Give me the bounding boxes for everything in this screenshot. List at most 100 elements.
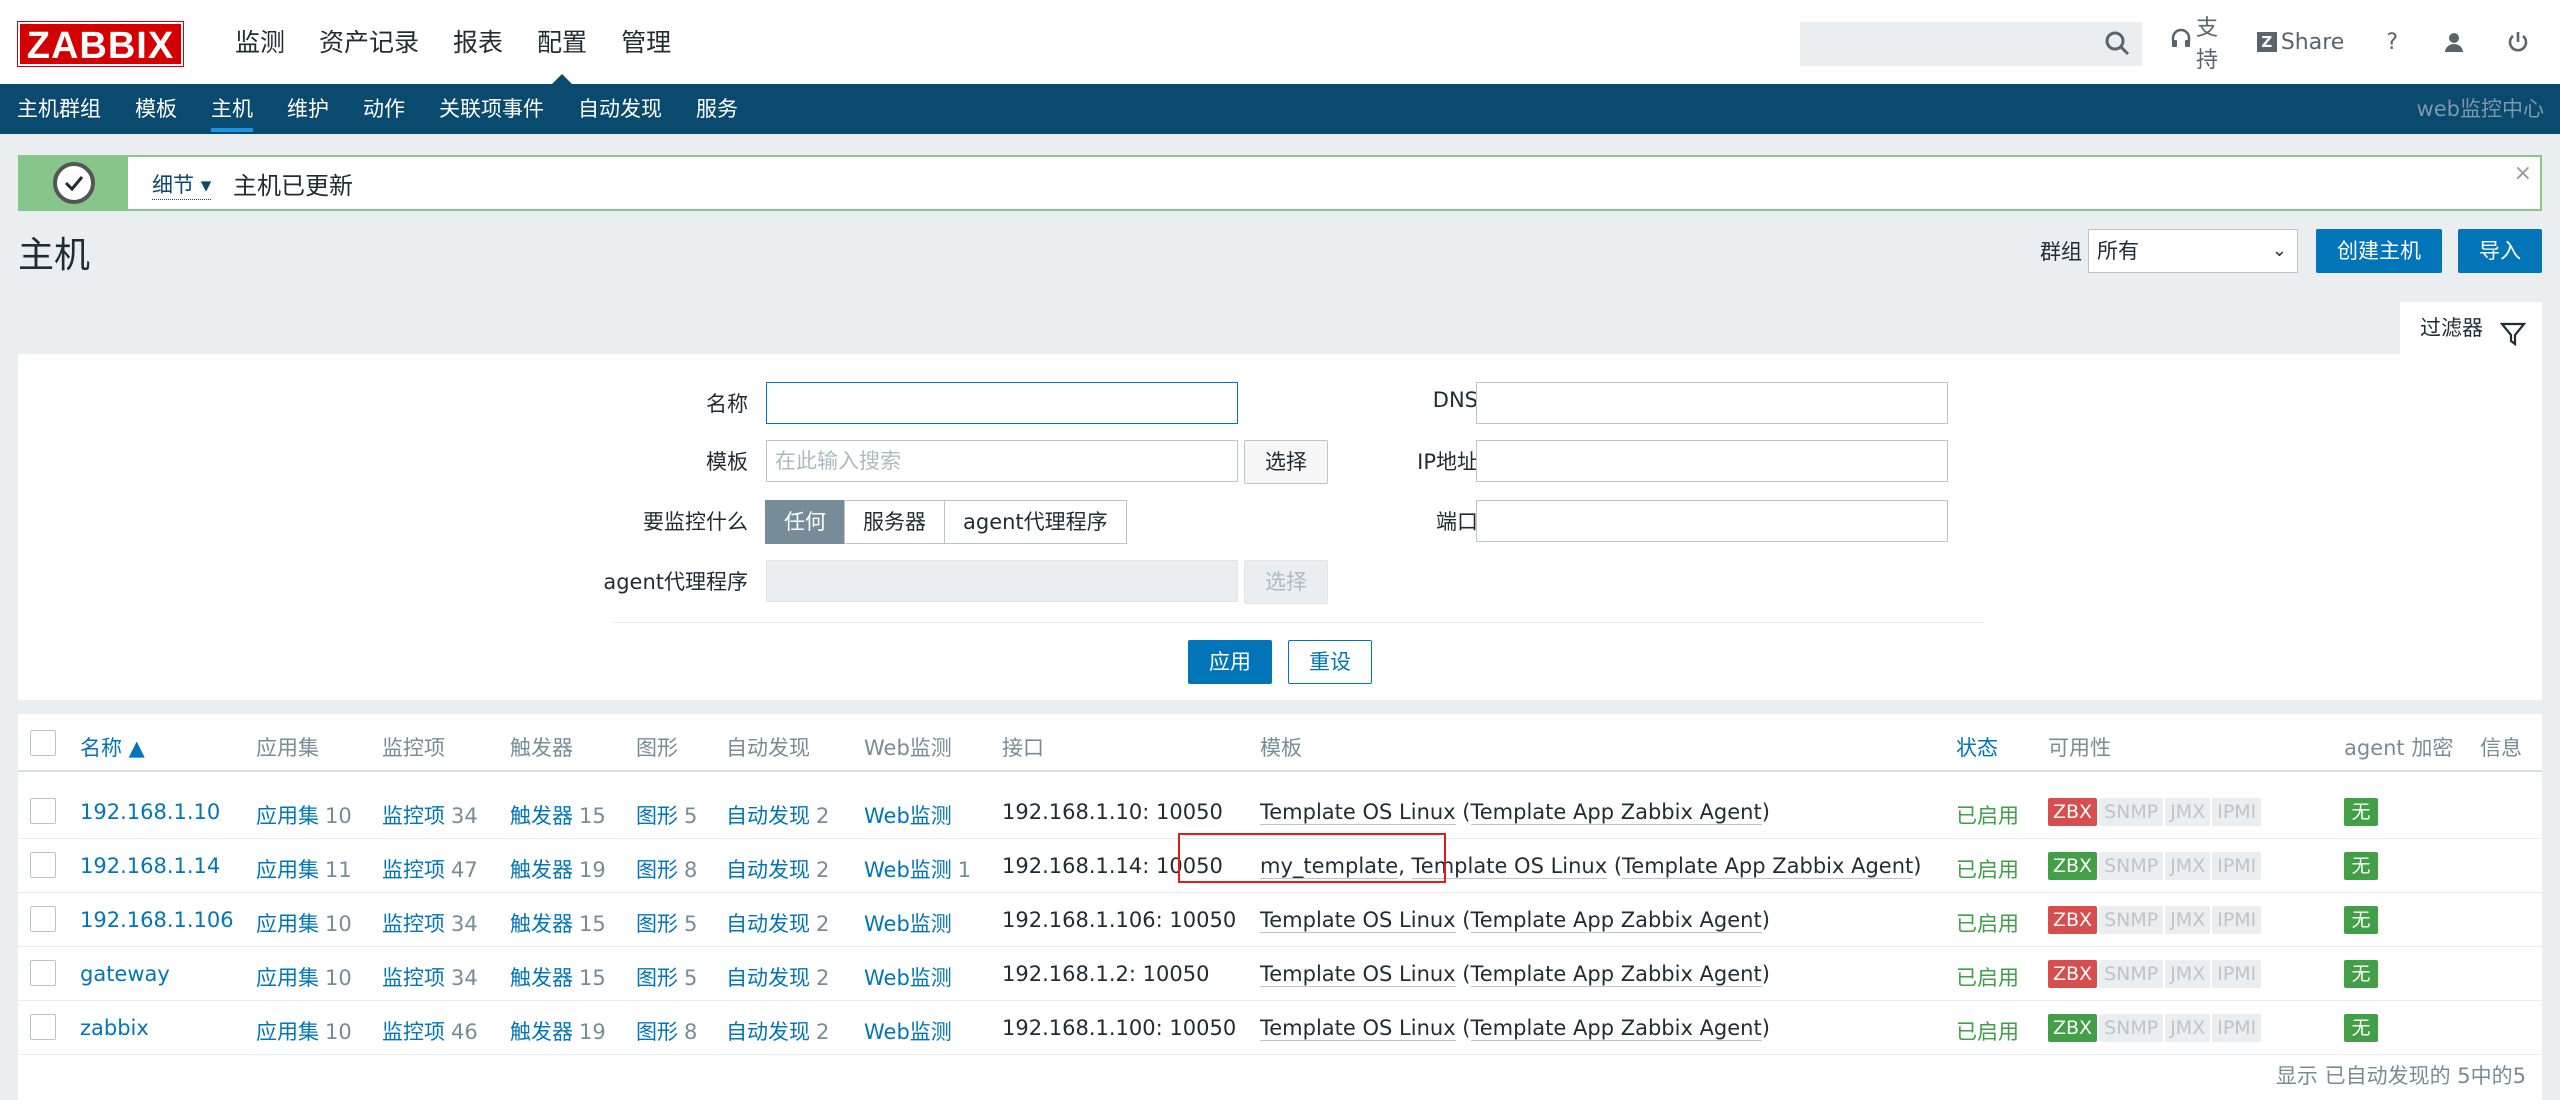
main-menu-item[interactable]: 管理 bbox=[604, 0, 688, 84]
triggers-link[interactable]: 触发器 19 bbox=[510, 854, 606, 884]
col-discovery-header[interactable]: 自动发现 bbox=[726, 732, 810, 762]
host-name-link[interactable]: 192.168.1.106 bbox=[80, 908, 234, 932]
host-name-link[interactable]: zabbix bbox=[80, 1016, 149, 1040]
status-toggle[interactable]: 已启用 bbox=[1956, 962, 2019, 992]
group-select[interactable]: 所有 ⌄ bbox=[2088, 229, 2298, 273]
sub-menu-item[interactable]: 动作 bbox=[346, 84, 422, 134]
items-link[interactable]: 监控项 34 bbox=[382, 962, 478, 992]
sub-menu-item[interactable]: 自动发现 bbox=[561, 84, 679, 134]
support-link[interactable]: 支持 bbox=[2170, 10, 2227, 74]
triggers-link[interactable]: 触发器 19 bbox=[510, 1016, 606, 1046]
col-status-header[interactable]: 状态 bbox=[1956, 732, 1998, 762]
row-checkbox[interactable] bbox=[30, 906, 56, 932]
discovery-link[interactable]: 自动发现 2 bbox=[726, 854, 829, 884]
col-apps-header[interactable]: 应用集 bbox=[256, 732, 319, 762]
web-scenarios-link[interactable]: Web监测 bbox=[864, 1016, 958, 1046]
items-link[interactable]: 监控项 34 bbox=[382, 908, 478, 938]
name-input[interactable] bbox=[766, 382, 1238, 424]
status-toggle[interactable]: 已启用 bbox=[1956, 854, 2019, 884]
row-checkbox[interactable] bbox=[30, 852, 56, 878]
graphs-link[interactable]: 图形 5 bbox=[636, 962, 697, 992]
parent-template-link[interactable]: Template App Zabbix Agent bbox=[1470, 908, 1762, 933]
col-interface-header[interactable]: 接口 bbox=[1002, 732, 1044, 762]
global-search-input[interactable] bbox=[1800, 22, 2142, 66]
row-checkbox[interactable] bbox=[30, 1014, 56, 1040]
user-icon[interactable] bbox=[2442, 30, 2466, 54]
select-all-checkbox[interactable] bbox=[30, 730, 56, 756]
web-monitor-center-label[interactable]: web监控中心 bbox=[2417, 84, 2544, 134]
main-menu-item[interactable]: 监测 bbox=[218, 0, 302, 84]
col-web-header[interactable]: Web监测 bbox=[864, 732, 952, 762]
sub-menu-item[interactable]: 主机群组 bbox=[0, 84, 118, 134]
triggers-link[interactable]: 触发器 15 bbox=[510, 962, 606, 992]
web-scenarios-link[interactable]: Web监测 1 bbox=[864, 854, 971, 884]
discovery-link[interactable]: 自动发现 2 bbox=[726, 800, 829, 830]
status-toggle[interactable]: 已启用 bbox=[1956, 1016, 2019, 1046]
share-link[interactable]: Z Share bbox=[2256, 30, 2344, 55]
ip-input[interactable] bbox=[1476, 440, 1948, 482]
triggers-link[interactable]: 触发器 15 bbox=[510, 908, 606, 938]
host-name-link[interactable]: 192.168.1.14 bbox=[80, 854, 220, 878]
search-icon[interactable] bbox=[2100, 26, 2136, 62]
create-host-button[interactable]: 创建主机 bbox=[2316, 229, 2442, 273]
applications-link[interactable]: 应用集 10 bbox=[256, 962, 352, 992]
host-name-link[interactable]: gateway bbox=[80, 962, 170, 986]
graphs-link[interactable]: 图形 8 bbox=[636, 854, 697, 884]
main-menu-item[interactable]: 资产记录 bbox=[302, 0, 436, 84]
template-select-button[interactable]: 选择 bbox=[1244, 440, 1328, 484]
row-checkbox[interactable] bbox=[30, 798, 56, 824]
col-name-header[interactable]: 名称 ▲ bbox=[80, 732, 145, 762]
sub-menu-item[interactable]: 关联项事件 bbox=[422, 84, 561, 134]
graphs-link[interactable]: 图形 5 bbox=[636, 800, 697, 830]
items-link[interactable]: 监控项 46 bbox=[382, 1016, 478, 1046]
template-link[interactable]: Template OS Linux bbox=[1260, 962, 1456, 987]
main-menu-item[interactable]: 配置 bbox=[520, 0, 604, 84]
dns-input[interactable] bbox=[1476, 382, 1948, 424]
status-toggle[interactable]: 已启用 bbox=[1956, 908, 2019, 938]
web-scenarios-link[interactable]: Web监测 bbox=[864, 800, 958, 830]
status-toggle[interactable]: 已启用 bbox=[1956, 800, 2019, 830]
graphs-link[interactable]: 图形 8 bbox=[636, 1016, 697, 1046]
discovery-link[interactable]: 自动发现 2 bbox=[726, 908, 829, 938]
sub-menu-item[interactable]: 维护 bbox=[270, 84, 346, 134]
monitored-by-option[interactable]: 任何 bbox=[765, 500, 845, 544]
apply-button[interactable]: 应用 bbox=[1188, 640, 1272, 684]
parent-template-link[interactable]: Template App Zabbix Agent bbox=[1470, 800, 1762, 825]
col-items-header[interactable]: 监控项 bbox=[382, 732, 445, 762]
host-name-link[interactable]: 192.168.1.10 bbox=[80, 800, 220, 824]
monitored-by-option[interactable]: agent代理程序 bbox=[944, 500, 1127, 544]
sub-menu-item[interactable]: 主机 bbox=[194, 84, 270, 134]
monitored-by-option[interactable]: 服务器 bbox=[844, 500, 945, 544]
applications-link[interactable]: 应用集 10 bbox=[256, 908, 352, 938]
parent-template-link[interactable]: Template App Zabbix Agent bbox=[1470, 1016, 1762, 1041]
col-encryption-header[interactable]: agent 加密 bbox=[2344, 732, 2453, 762]
applications-link[interactable]: 应用集 10 bbox=[256, 800, 352, 830]
parent-template-link[interactable]: Template App Zabbix Agent bbox=[1622, 854, 1914, 879]
col-availability-header[interactable]: 可用性 bbox=[2048, 732, 2111, 762]
close-icon[interactable]: × bbox=[2514, 161, 2532, 186]
web-scenarios-link[interactable]: Web监测 bbox=[864, 962, 958, 992]
help-icon[interactable]: ? bbox=[2386, 30, 2398, 55]
applications-link[interactable]: 应用集 10 bbox=[256, 1016, 352, 1046]
discovery-link[interactable]: 自动发现 2 bbox=[726, 1016, 829, 1046]
row-checkbox[interactable] bbox=[30, 960, 56, 986]
col-triggers-header[interactable]: 触发器 bbox=[510, 732, 573, 762]
col-templates-header[interactable]: 模板 bbox=[1260, 732, 1302, 762]
graphs-link[interactable]: 图形 5 bbox=[636, 908, 697, 938]
template-link[interactable]: Template OS Linux bbox=[1260, 1016, 1456, 1041]
col-graphs-header[interactable]: 图形 bbox=[636, 732, 678, 762]
template-link[interactable]: Template OS Linux bbox=[1260, 908, 1456, 933]
reset-button[interactable]: 重设 bbox=[1288, 640, 1372, 684]
filter-tab[interactable]: 过滤器 bbox=[2400, 302, 2542, 354]
triggers-link[interactable]: 触发器 15 bbox=[510, 800, 606, 830]
details-toggle[interactable]: 细节 ▾ bbox=[152, 169, 212, 200]
items-link[interactable]: 监控项 47 bbox=[382, 854, 478, 884]
parent-template-link[interactable]: Template App Zabbix Agent bbox=[1470, 962, 1762, 987]
sub-menu-item[interactable]: 模板 bbox=[118, 84, 194, 134]
zabbix-logo[interactable]: ZABBIX bbox=[17, 21, 184, 67]
power-icon[interactable] bbox=[2506, 30, 2530, 54]
template-link[interactable]: Template OS Linux bbox=[1260, 800, 1456, 825]
import-button[interactable]: 导入 bbox=[2458, 229, 2542, 273]
web-scenarios-link[interactable]: Web监测 bbox=[864, 908, 958, 938]
main-menu-item[interactable]: 报表 bbox=[436, 0, 520, 84]
